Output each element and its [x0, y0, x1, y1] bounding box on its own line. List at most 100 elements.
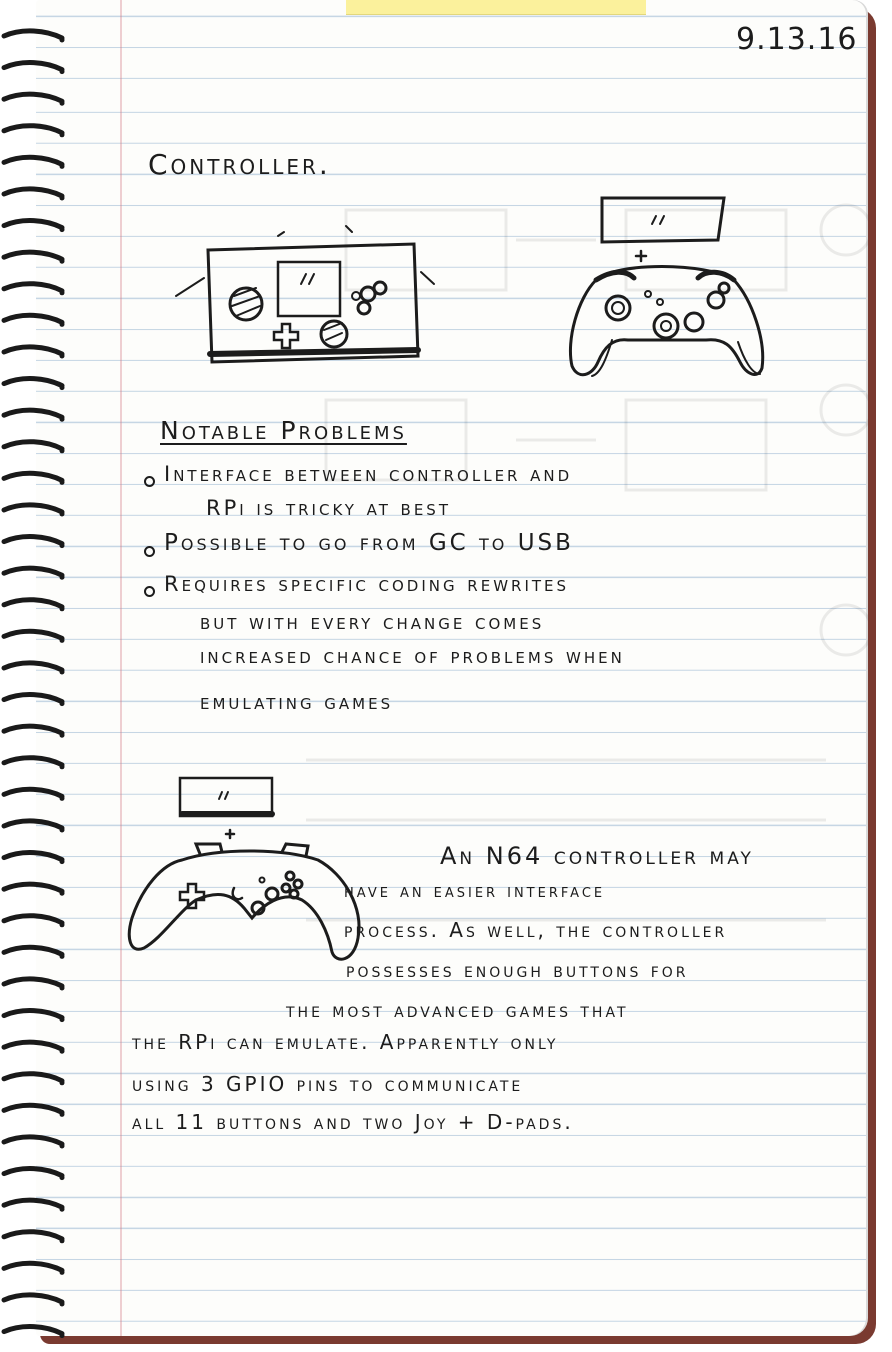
spiral-hole [59, 985, 65, 991]
problem-3-line-1: Requires specific coding rewrites [164, 572, 570, 596]
spiral-coil [1, 1039, 65, 1052]
spiral-coil [1, 186, 65, 199]
n64-line-7: using 3 GPIO pins to communicate [132, 1072, 524, 1096]
n64-line-3: process. As well, the controller [344, 918, 728, 942]
spiral-hole [59, 732, 65, 738]
sticky-note-tab [346, 0, 646, 15]
spiral-coil [1, 944, 65, 957]
handheld-console-sketch-icon [166, 212, 456, 372]
problem-3-line-3: increased chance of problems when [200, 644, 625, 668]
spiral-coil [1, 1166, 65, 1179]
spiral-hole [59, 606, 65, 612]
spiral-hole [59, 543, 65, 549]
spiral-coil [1, 123, 65, 136]
spiral-coil [1, 818, 65, 831]
spiral-coil [1, 407, 65, 420]
spiral-coil [1, 1102, 65, 1115]
spiral-hole [59, 890, 65, 896]
bullet-3 [144, 586, 155, 597]
spiral-coil [1, 692, 65, 705]
spiral-coil [1, 881, 65, 894]
n64-line-8: all 11 buttons and two Joy + D-pads. [132, 1110, 574, 1134]
spiral-hole [59, 637, 65, 643]
spiral-coil [1, 312, 65, 325]
spiral-hole [59, 669, 65, 675]
spiral-binding-icon [1, 28, 65, 1339]
problem-1-line-2: RPi is tricky at best [206, 496, 451, 520]
spiral-coil [1, 976, 65, 989]
spiral-coil [1, 1071, 65, 1084]
n64-line-1: An N64 controller may [440, 842, 754, 870]
spiral-hole [59, 258, 65, 264]
spiral-coil [1, 28, 65, 41]
spiral-coil [1, 249, 65, 262]
spiral-coil [1, 376, 65, 389]
spiral-coil [1, 755, 65, 768]
spiral-coil [1, 470, 65, 483]
spiral-hole [59, 795, 65, 801]
spiral-hole [59, 1175, 65, 1181]
spiral-hole [59, 953, 65, 959]
problem-1-line-1: Interface between controller and [164, 462, 573, 486]
page-date: 9.13.16 [736, 22, 858, 57]
spiral-hole [59, 1017, 65, 1023]
spiral-coil [1, 723, 65, 736]
spiral-hole [59, 353, 65, 359]
spiral-coil [1, 91, 65, 104]
spiral-hole [59, 479, 65, 485]
spiral-coil [1, 565, 65, 578]
n64-line-6: the RPi can emulate. Apparently only [132, 1030, 559, 1054]
problem-3-line-4: emulating games [200, 690, 394, 714]
spiral-hole [59, 827, 65, 833]
problem-3-line-2: but with every change comes [200, 610, 545, 634]
spiral-hole [59, 511, 65, 517]
problem-2-line-1: Possible to go from GC to USB [164, 530, 574, 556]
n64-controller-sketch-icon [122, 768, 382, 978]
spiral-coil [1, 344, 65, 357]
spiral-coil [1, 1134, 65, 1147]
spiral-coil [1, 1292, 65, 1305]
spiral-coil [1, 1229, 65, 1242]
spiral-hole [59, 290, 65, 296]
spiral-coil [1, 154, 65, 167]
spiral-hole [59, 37, 65, 43]
spiral-coil [1, 660, 65, 673]
notebook-page: 9.13.16 Controller. Notable Problems Int… [36, 0, 868, 1336]
spiral-hole [59, 163, 65, 169]
spiral-hole [59, 574, 65, 580]
n64-line-2: have an easier interface [344, 880, 606, 902]
spiral-coil [1, 502, 65, 515]
page-title: Controller. [148, 148, 331, 181]
bullet-1 [144, 476, 155, 487]
spiral-hole [59, 321, 65, 327]
spiral-hole [59, 922, 65, 928]
spiral-coil [1, 439, 65, 452]
spiral-hole [59, 132, 65, 138]
spiral-coil [1, 913, 65, 926]
spiral-hole [59, 1333, 65, 1339]
spiral-hole [59, 1048, 65, 1054]
spiral-coil [1, 1197, 65, 1210]
spiral-hole [59, 100, 65, 106]
spiral-coil [1, 597, 65, 610]
spiral-coil [1, 1008, 65, 1021]
spiral-hole [59, 1269, 65, 1275]
n64-line-5: the most advanced games that [286, 998, 629, 1022]
spiral-hole [59, 227, 65, 233]
spiral-hole [59, 448, 65, 454]
spiral-coil [1, 1324, 65, 1337]
spiral-hole [59, 1206, 65, 1212]
n64-line-4: possesses enough buttons for [346, 958, 689, 982]
gamecube-controller-sketch-icon [556, 190, 776, 390]
spiral-coil [1, 850, 65, 863]
spiral-coil [1, 628, 65, 641]
spiral-coil [1, 60, 65, 73]
spiral-hole [59, 416, 65, 422]
spiral-coil [1, 281, 65, 294]
bullet-2 [144, 546, 155, 557]
problems-heading: Notable Problems [160, 416, 407, 445]
spiral-hole [59, 764, 65, 770]
spiral-coil [1, 786, 65, 799]
spiral-hole [59, 1080, 65, 1086]
spiral-hole [59, 195, 65, 201]
